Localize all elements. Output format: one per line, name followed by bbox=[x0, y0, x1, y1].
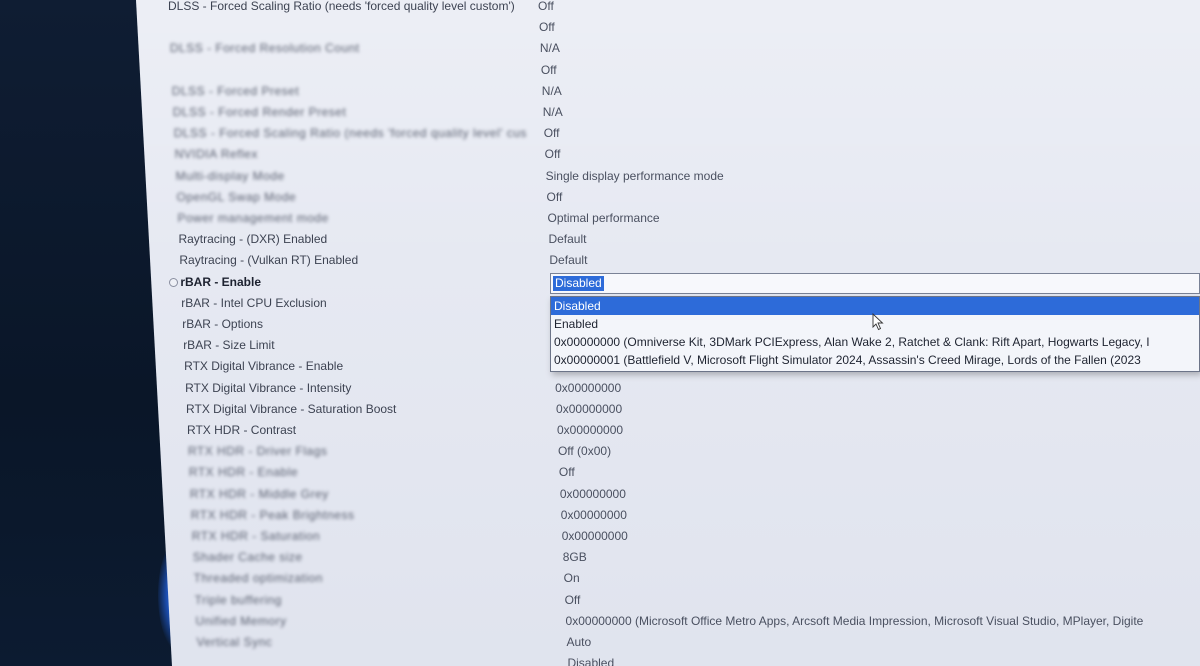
setting-row[interactable]: RTX HDR - Saturation 0x00000000 bbox=[136, 526, 1200, 547]
dropdown-option[interactable]: 0x00000000 (Omniverse Kit, 3DMark PCIExp… bbox=[551, 333, 1199, 351]
setting-name: Power management mode bbox=[177, 211, 329, 225]
setting-row[interactable]: Triple buffering Off bbox=[136, 590, 1200, 611]
setting-row[interactable]: Vertical Sync Auto bbox=[136, 632, 1200, 653]
setting-name: DLSS - Forced Render Preset bbox=[172, 105, 347, 119]
setting-name: rBAR - Size Limit bbox=[183, 338, 275, 353]
setting-row[interactable]: DLSS - Forced Render Preset N/A bbox=[136, 102, 1200, 123]
setting-row[interactable]: DLSS - Forced Scaling Ratio (needs 'forc… bbox=[136, 123, 1200, 144]
setting-row[interactable]: Unified Memory 0x00000000 (Microsoft Offi… bbox=[136, 611, 1200, 632]
setting-name: Unified Memory bbox=[195, 613, 287, 628]
setting-row[interactable]: Threaded optimization On bbox=[136, 568, 1200, 589]
setting-value[interactable]: 0x00000000 bbox=[561, 505, 627, 526]
rbar-enable-dropdown-list[interactable]: Disabled Enabled 0x00000000 (Omniverse Kit… bbox=[550, 296, 1200, 372]
setting-name: Vertical Sync bbox=[196, 635, 273, 649]
setting-row[interactable]: Disabled bbox=[136, 653, 1200, 666]
setting-name: Shader Cache size bbox=[192, 550, 303, 565]
setting-row[interactable]: RTX Digital Vibrance - Saturation Boost 0… bbox=[136, 399, 1200, 420]
gear-marker-icon bbox=[169, 277, 179, 287]
setting-value[interactable]: N/A bbox=[542, 81, 562, 102]
setting-row[interactable]: RTX HDR - Peak Brightness 0x00000000 bbox=[136, 505, 1200, 526]
setting-name: Triple buffering bbox=[194, 592, 282, 607]
setting-value[interactable]: Off bbox=[559, 462, 575, 483]
setting-name: RTX Digital Vibrance - Intensity bbox=[185, 380, 352, 395]
setting-row[interactable]: Raytracing - (DXR) Enabled Default bbox=[136, 229, 1200, 250]
setting-name: RTX Digital Vibrance - Enable bbox=[184, 359, 344, 374]
setting-row[interactable]: RTX Digital Vibrance - Intensity 0x000000… bbox=[136, 378, 1200, 399]
setting-value[interactable]: N/A bbox=[543, 102, 563, 123]
setting-value[interactable]: Default bbox=[549, 250, 587, 271]
dropdown-option[interactable]: 0x00000001 (Battlefield V, Microsoft Fli… bbox=[551, 351, 1199, 369]
setting-value[interactable]: Off bbox=[565, 590, 581, 611]
setting-row[interactable]: Raytracing - (Vulkan RT) Enabled Default bbox=[136, 250, 1200, 271]
setting-row[interactable]: DLSS - Forced Scaling Ratio (needs 'forc… bbox=[136, 0, 1200, 17]
setting-value[interactable]: Off (0x00) bbox=[558, 441, 611, 462]
setting-value[interactable]: Off bbox=[545, 144, 561, 165]
setting-value[interactable]: 0x00000000 bbox=[562, 526, 628, 547]
setting-name: RTX HDR - Peak Brightness bbox=[190, 507, 355, 522]
setting-row[interactable]: RTX HDR - Middle Grey 0x00000000 bbox=[136, 484, 1200, 505]
setting-row[interactable]: OpenGL Swap Mode Off bbox=[136, 187, 1200, 208]
setting-row[interactable]: RTX HDR - Enable Off bbox=[136, 462, 1200, 483]
setting-value[interactable]: 0x00000000 bbox=[560, 484, 626, 505]
setting-name: DLSS - Forced Scaling Ratio (needs 'forc… bbox=[173, 126, 527, 141]
select-current-value: Disabled bbox=[553, 276, 604, 291]
setting-value[interactable]: Optimal performance bbox=[548, 208, 660, 229]
setting-name: DLSS - Forced Resolution Count bbox=[169, 41, 360, 56]
setting-name: rBAR - Enable bbox=[180, 274, 262, 289]
setting-value[interactable]: 0x00000000 bbox=[557, 420, 623, 441]
setting-value[interactable]: 0x00000000 bbox=[555, 378, 621, 399]
setting-name: RTX HDR - Middle Grey bbox=[189, 486, 329, 501]
setting-name: Raytracing - (DXR) Enabled bbox=[178, 232, 328, 247]
setting-value[interactable]: 8GB bbox=[563, 547, 587, 568]
setting-row[interactable]: Multi-display Mode Single display perform… bbox=[136, 166, 1200, 187]
setting-name: DLSS - Forced Scaling Ratio (needs 'forc… bbox=[168, 0, 515, 13]
setting-name: DLSS - Forced Preset bbox=[171, 83, 300, 98]
setting-row[interactable]: Power management mode Optimal performance bbox=[136, 208, 1200, 229]
setting-name: OpenGL Swap Mode bbox=[176, 189, 297, 204]
setting-row[interactable]: RTX HDR - Contrast 0x00000000 bbox=[136, 420, 1200, 441]
setting-name: RTX HDR - Saturation bbox=[191, 529, 321, 543]
setting-name: Multi-display Mode bbox=[175, 168, 285, 183]
setting-value[interactable]: On bbox=[564, 568, 580, 589]
setting-value[interactable]: Auto bbox=[567, 632, 592, 653]
setting-value[interactable]: Off bbox=[539, 17, 555, 38]
setting-name: RTX HDR - Enable bbox=[188, 465, 299, 480]
setting-value[interactable]: 0x00000000 (Microsoft Office Metro Apps,… bbox=[566, 611, 1144, 632]
setting-row[interactable]: DLSS - Forced Preset N/A bbox=[136, 81, 1200, 102]
setting-name: RTX Digital Vibrance - Saturation Boost bbox=[186, 401, 397, 416]
setting-name: NVIDIA Reflex bbox=[174, 147, 258, 162]
setting-value[interactable]: Off bbox=[547, 187, 563, 208]
setting-value[interactable]: Single display performance mode bbox=[546, 166, 724, 187]
setting-name: rBAR - Options bbox=[182, 317, 263, 331]
setting-value[interactable]: Off bbox=[544, 123, 560, 144]
setting-value[interactable]: Disabled bbox=[567, 653, 614, 666]
rbar-enable-select[interactable]: Disabled bbox=[550, 273, 1200, 294]
setting-value[interactable]: Off bbox=[538, 0, 554, 17]
setting-value[interactable]: Off bbox=[541, 60, 557, 81]
setting-name: RTX HDR - Driver Flags bbox=[187, 444, 328, 459]
setting-row[interactable]: Shader Cache size 8GB bbox=[136, 547, 1200, 568]
setting-row[interactable]: Off bbox=[136, 60, 1200, 81]
setting-row[interactable]: NVIDIA Reflex Off bbox=[136, 144, 1200, 165]
setting-name: RTX HDR - Contrast bbox=[187, 423, 297, 437]
setting-name: Raytracing - (Vulkan RT) Enabled bbox=[179, 253, 359, 268]
setting-row[interactable]: DLSS - Forced Resolution Count N/A bbox=[136, 38, 1200, 59]
setting-value[interactable]: N/A bbox=[540, 38, 560, 59]
setting-row[interactable]: Off bbox=[136, 17, 1200, 38]
setting-name: Threaded optimization bbox=[193, 571, 323, 586]
setting-value[interactable]: 0x00000000 bbox=[556, 399, 622, 420]
setting-name: rBAR - Intel CPU Exclusion bbox=[181, 295, 327, 310]
photo-frame: DLSS - Forced Scaling Ratio (needs 'forc… bbox=[0, 0, 1200, 666]
setting-value[interactable]: Default bbox=[548, 229, 586, 250]
setting-row[interactable]: RTX HDR - Driver Flags Off (0x00) bbox=[136, 441, 1200, 462]
